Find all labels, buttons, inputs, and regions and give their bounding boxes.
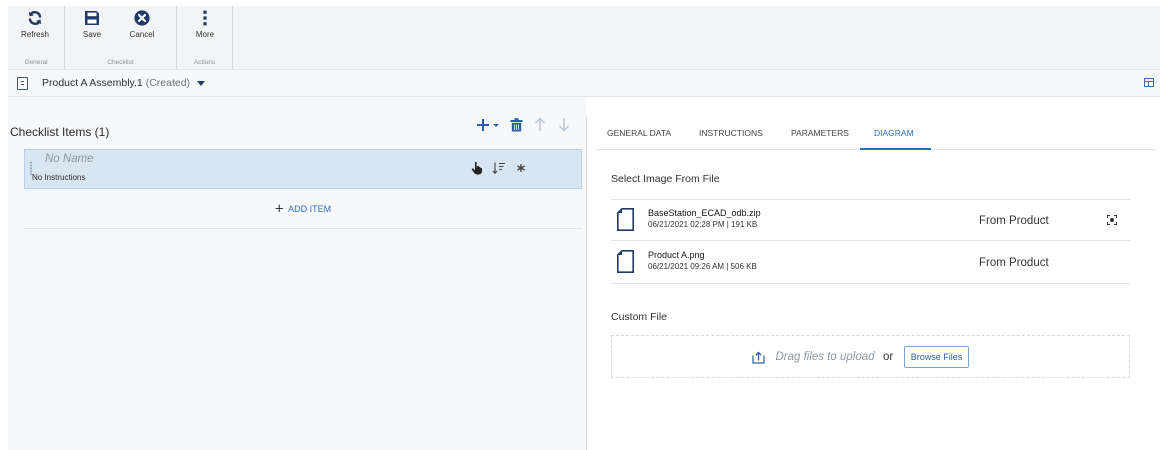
- tab-general-data[interactable]: GENERAL DATA: [607, 128, 671, 138]
- ribbon-toolbar: Refresh General Save Cancel Checklist Mo…: [8, 6, 1160, 70]
- checklist-item-indicators: [471, 161, 531, 175]
- arrow-down-icon: [559, 118, 569, 132]
- hand-pointer-icon: [471, 161, 482, 175]
- document-title-bar: Product A Assembly.1 (Created): [8, 70, 1160, 97]
- add-dropdown-button[interactable]: [476, 117, 506, 138]
- dropzone-content: Drag files to upload or Browse Files: [752, 346, 970, 370]
- ribbon-group-checklist: Save Cancel Checklist: [65, 6, 177, 70]
- ribbon-group-actions: More Actions: [177, 6, 233, 70]
- upload-icon: [752, 351, 765, 364]
- checklist-item-name: No Name: [45, 153, 94, 165]
- arrow-up-icon: [535, 117, 545, 131]
- active-tab-indicator: [860, 148, 931, 150]
- checklist-item[interactable]: No Name No Instructions: [24, 149, 582, 189]
- custom-file-title: Custom File: [611, 311, 668, 323]
- add-item-button[interactable]: + ADD ITEM: [24, 189, 582, 229]
- checklist-header: Checklist Items (1): [10, 125, 110, 139]
- document-name: Product A Assembly.1: [42, 77, 143, 89]
- move-down-button[interactable]: [558, 117, 570, 137]
- file-row[interactable]: Product A.png 06/21/2021 09:26 AM | 506 …: [611, 242, 1130, 284]
- more-label: More: [195, 30, 215, 39]
- panel-layout-icon[interactable]: [1144, 78, 1154, 87]
- trash-icon: [510, 118, 523, 132]
- drag-files-text: Drag files to upload: [775, 351, 875, 363]
- browse-files-button[interactable]: Browse Files: [903, 346, 970, 368]
- file-source: From Product: [979, 257, 1049, 269]
- cancel-button[interactable]: Cancel: [120, 10, 164, 52]
- refresh-button[interactable]: Refresh: [13, 10, 57, 52]
- more-button[interactable]: More: [183, 10, 227, 52]
- add-icon: [477, 119, 499, 131]
- refresh-label: Refresh: [20, 30, 49, 39]
- tab-diagram[interactable]: DIAGRAM: [874, 128, 914, 138]
- refresh-icon: [28, 11, 42, 25]
- cancel-label: Cancel: [129, 30, 155, 39]
- sort-icon: [492, 162, 505, 175]
- file-dropzone[interactable]: Drag files to upload or Browse Files: [611, 335, 1130, 378]
- file-name: BaseStation_ECAD_odb.zip: [648, 208, 761, 218]
- file-source: From Product: [979, 215, 1049, 227]
- cancel-icon: [134, 10, 150, 26]
- select-image-title: Select Image From File: [611, 173, 720, 185]
- save-icon: [85, 11, 99, 25]
- move-up-button[interactable]: [534, 117, 546, 137]
- file-name: Product A.png: [648, 250, 705, 260]
- file-icon: [617, 208, 634, 231]
- caret-down-icon: [196, 80, 205, 86]
- checklist-item-instructions: No Instructions: [32, 173, 86, 182]
- ribbon-group-label: General: [24, 59, 48, 66]
- document-icon: [17, 77, 28, 90]
- or-text: or: [883, 351, 894, 363]
- delete-button[interactable]: [510, 118, 523, 137]
- ribbon-group-general: Refresh General: [8, 6, 65, 70]
- document-title-dropdown[interactable]: Product A Assembly.1 (Created): [42, 77, 205, 89]
- file-row[interactable]: BaseStation_ECAD_odb.zip 06/21/2021 02:2…: [611, 199, 1130, 241]
- ribbon-group-label: Actions: [193, 59, 216, 66]
- pane-splitter[interactable]: [586, 115, 587, 450]
- more-vertical-icon: [203, 10, 207, 26]
- save-button[interactable]: Save: [70, 10, 114, 52]
- file-meta: 06/21/2021 09:26 AM | 506 KB: [648, 262, 757, 271]
- file-meta: 06/21/2021 02:28 PM | 191 KB: [648, 220, 758, 229]
- preview-icon[interactable]: [1107, 215, 1117, 225]
- document-status: (Created): [145, 77, 191, 89]
- required-asterisk-icon: [517, 164, 525, 172]
- file-icon: [617, 250, 634, 273]
- checklist-list: No Name No Instructions + ADD ITEM: [24, 149, 582, 229]
- save-label: Save: [82, 30, 102, 39]
- tab-parameters[interactable]: PARAMETERS: [791, 128, 849, 138]
- plus-icon: +: [274, 200, 284, 218]
- add-item-label: ADD ITEM: [288, 203, 332, 214]
- tab-instructions[interactable]: INSTRUCTIONS: [699, 128, 763, 138]
- detail-tabs: GENERAL DATA INSTRUCTIONS PARAMETERS DIA…: [596, 116, 1156, 150]
- checklist-pane: Checklist Items (1) No Name No Instructi…: [8, 97, 586, 450]
- ribbon-group-label: Checklist: [107, 59, 134, 66]
